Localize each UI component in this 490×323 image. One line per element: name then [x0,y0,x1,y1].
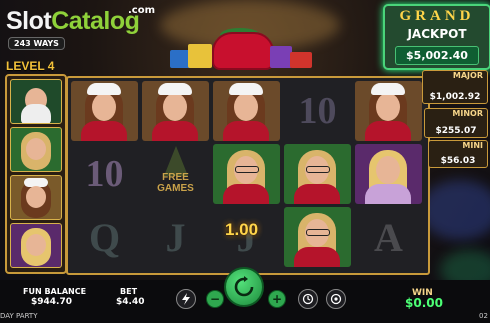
minor-value: $255.07 [435,126,477,136]
spin-icon [234,276,254,297]
settings-button[interactable] [326,289,346,309]
grand-subtitle: JACKPOT [407,27,467,41]
logo-suffix: .com [128,5,156,16]
line-win-amount: 1.00 [225,220,259,239]
symbol-free-games: FREE GAMES [142,144,209,204]
symbol-santa-girl [213,81,280,141]
logo-text: SlotCatalog [6,7,140,35]
symbol-j: J [165,214,186,260]
major-jackpot: MAJOR $1,002.92 [422,70,488,104]
santa-portrait [10,79,62,124]
major-value: $1,002.92 [429,92,481,102]
character-column [5,74,67,274]
autoplay-icon [302,293,314,305]
autoplay-button[interactable] [298,289,318,309]
free-games-line-1: FREE [162,172,189,183]
symbol-blonde-girl [355,144,422,204]
win-value: $0.00 [405,296,443,310]
mini-jackpot: MINI $56.03 [428,140,488,168]
mini-value: $56.03 [440,156,476,166]
glasses-girl-portrait [10,127,62,172]
grand-title: GRAND [399,8,475,24]
bet-label: BET [120,287,138,296]
symbol-santa-girl [355,81,422,141]
lightning-icon [182,293,190,305]
bet-increase-button[interactable]: + [268,290,286,308]
blonde-girl-portrait [10,223,62,268]
symbol-santa-girl [71,81,138,141]
balance-label: FUN BALANCE [23,287,87,296]
gear-icon [330,293,342,305]
minor-label: MINOR [452,109,483,118]
symbol-a: A [374,214,403,260]
grand-jackpot-value: $5,002.40 [395,46,479,65]
level-label: LEVEL 4 [6,59,55,73]
symbol-ten: 10 [85,153,124,195]
grand-jackpot-sign: GRAND JACKPOT $5,002.40 [383,4,490,70]
symbol-ten: 10 [298,90,337,132]
bet-decrease-button[interactable]: − [206,290,224,308]
slotcatalog-logo: SlotCatalog .com 243 WAYS [6,5,155,50]
mini-label: MINI [462,141,483,150]
symbol-santa-girl [142,81,209,141]
santa-girl-portrait [10,175,62,220]
symbol-glasses-girl [284,207,351,267]
symbol-q: Q [88,214,121,260]
spin-button[interactable] [224,267,264,307]
game-name: DAY PARTY [0,312,38,320]
ways-badge: 243 WAYS [8,37,65,50]
turbo-button[interactable] [176,289,196,309]
gift-sack-decoration [170,28,315,72]
logo-part-1: Slot [6,7,52,35]
symbol-glasses-girl [284,144,351,204]
symbol-glasses-girl [213,144,280,204]
minor-jackpot: MINOR $255.07 [424,108,488,138]
major-label: MAJOR [452,71,483,80]
clock: 02 [479,312,488,320]
background-glow [420,180,490,240]
reel-grid: 10 Q FREE GAMES J J 10 A [66,76,430,275]
free-games-line-2: GAMES [157,183,194,194]
balance-value: $944.70 [31,297,72,307]
bet-value: $4.40 [116,297,145,307]
logo-part-2: Catalog [51,7,140,35]
